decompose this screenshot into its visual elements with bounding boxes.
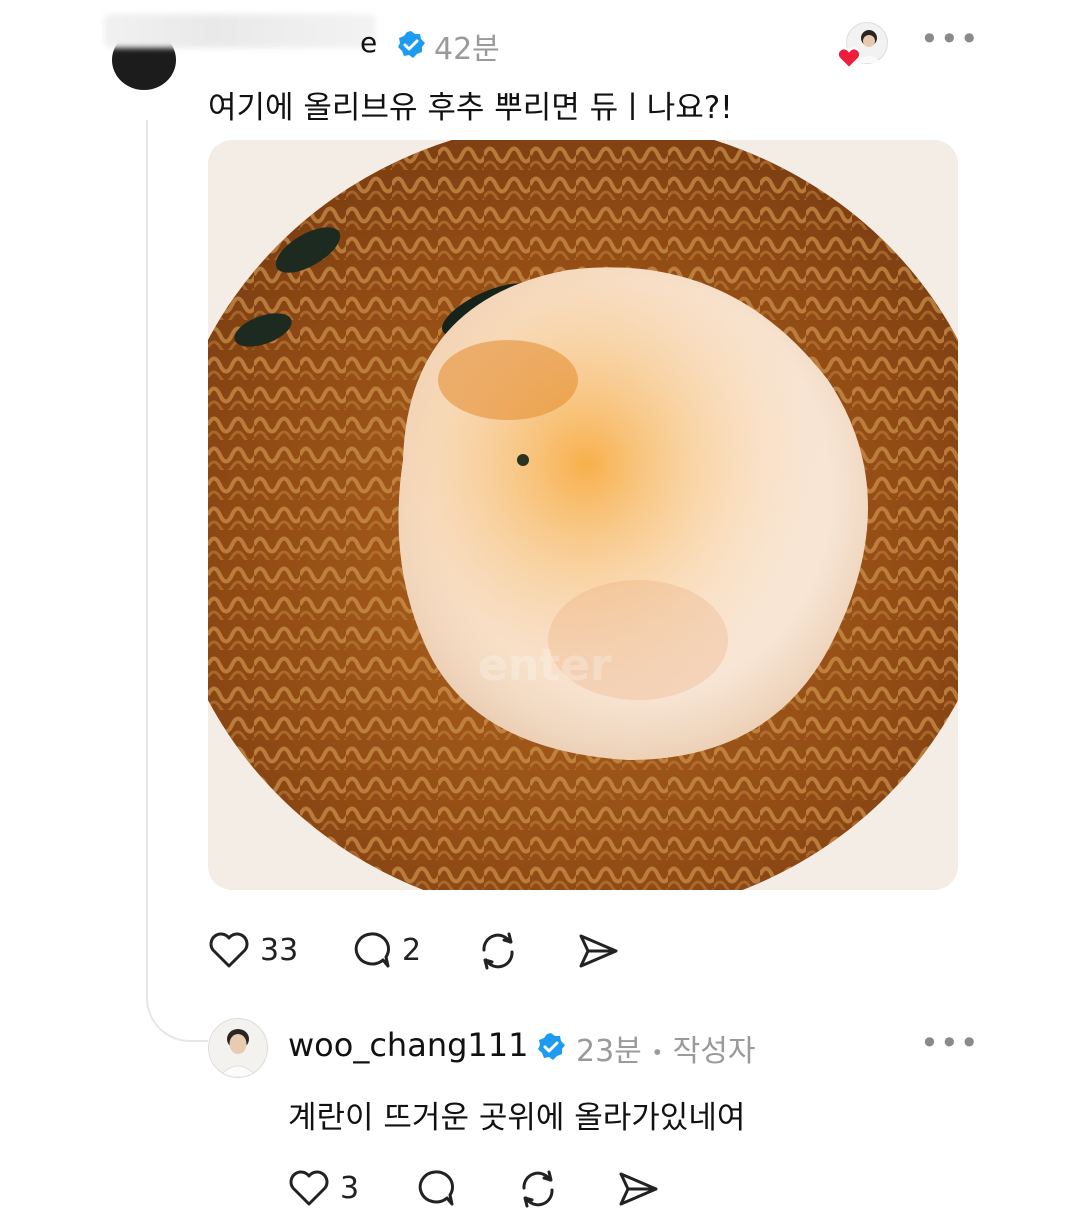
comment-count: 2: [402, 932, 422, 968]
meta-separator: •: [651, 1040, 664, 1065]
share-icon[interactable]: [576, 930, 620, 972]
verified-badge-icon: [538, 1033, 565, 1060]
like-button[interactable]: 33: [208, 930, 298, 970]
like-count: 33: [260, 932, 299, 968]
reply-meta: 23분 • 작성자: [576, 1026, 755, 1070]
repost-icon[interactable]: [476, 930, 520, 972]
post-photo[interactable]: enter: [208, 140, 958, 890]
reply-like-button[interactable]: 3: [288, 1168, 359, 1208]
heart-icon: [289, 1170, 329, 1206]
more-options-button[interactable]: •••: [920, 20, 980, 58]
verified-badge-icon: [398, 31, 425, 58]
blurred-username: [104, 14, 376, 48]
author-badge: 작성자: [672, 1034, 756, 1069]
post-text: 여기에 올리브유 후추 뿌리면 듀ㅣ나요?!: [208, 90, 733, 126]
photo-watermark: enter: [478, 640, 612, 691]
comment-button[interactable]: 2: [350, 930, 421, 970]
comment-icon[interactable]: [414, 1168, 456, 1208]
heart-filled-icon: [836, 47, 862, 70]
reply-like-count: 3: [340, 1170, 360, 1206]
reply-username[interactable]: woo_chang111: [288, 1026, 528, 1064]
reply-text: 계란이 뜨거운 곳위에 올라가있네여: [288, 1100, 746, 1136]
heart-icon: [209, 932, 249, 968]
reply-time: 23분: [576, 1034, 642, 1069]
comment-icon: [354, 932, 390, 968]
username[interactable]: e: [360, 26, 377, 59]
share-icon[interactable]: [616, 1168, 660, 1210]
repost-icon[interactable]: [516, 1168, 560, 1210]
reply-more-options-button[interactable]: •••: [920, 1024, 980, 1062]
post-time: 42분: [434, 32, 500, 67]
reply-avatar[interactable]: [208, 1018, 268, 1078]
thread-connector-line: [146, 120, 208, 1042]
